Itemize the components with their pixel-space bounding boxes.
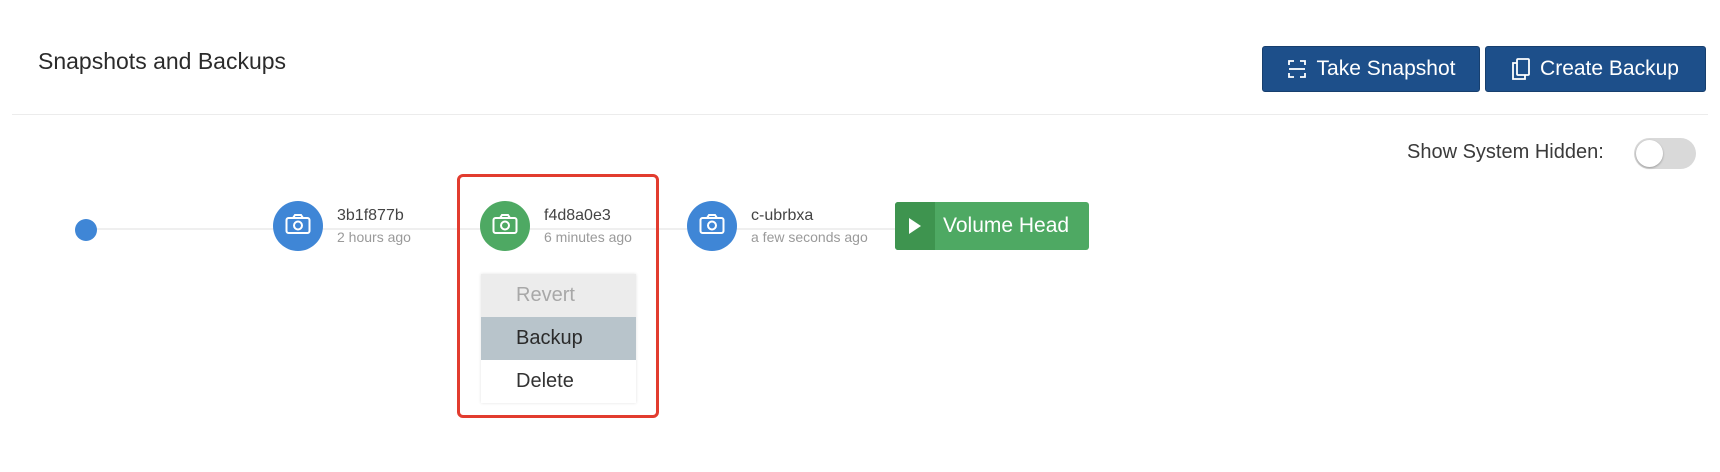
take-snapshot-button[interactable]: Take Snapshot (1262, 46, 1480, 92)
page-title: Snapshots and Backups (38, 48, 287, 74)
show-system-hidden-label: Show System Hidden: (1407, 141, 1604, 163)
snapshot-time: 2 hours ago (337, 229, 411, 245)
toggle-knob (1636, 140, 1663, 167)
header-divider (12, 114, 1708, 115)
snapshot-node-icon[interactable] (687, 201, 737, 251)
snapshot-frame-icon (1287, 59, 1307, 79)
show-system-hidden-toggle[interactable] (1634, 138, 1696, 169)
create-backup-label: Create Backup (1540, 57, 1679, 80)
take-snapshot-label: Take Snapshot (1316, 57, 1456, 80)
snapshot-name[interactable]: 3b1f877b (337, 207, 404, 225)
copy-icon (1512, 58, 1530, 80)
highlight-box (457, 174, 659, 418)
volume-head-label: Volume Head (943, 214, 1070, 237)
snapshot-time: a few seconds ago (751, 229, 868, 245)
volume-head-node[interactable]: Volume Head (895, 202, 1089, 250)
camera-icon (699, 213, 725, 240)
timeline-root-dot (75, 219, 97, 241)
camera-icon (285, 213, 311, 240)
create-backup-button[interactable]: Create Backup (1485, 46, 1706, 92)
snapshot-node-icon[interactable] (273, 201, 323, 251)
play-icon (895, 202, 935, 250)
snapshot-name[interactable]: c-ubrbxa (751, 207, 813, 225)
